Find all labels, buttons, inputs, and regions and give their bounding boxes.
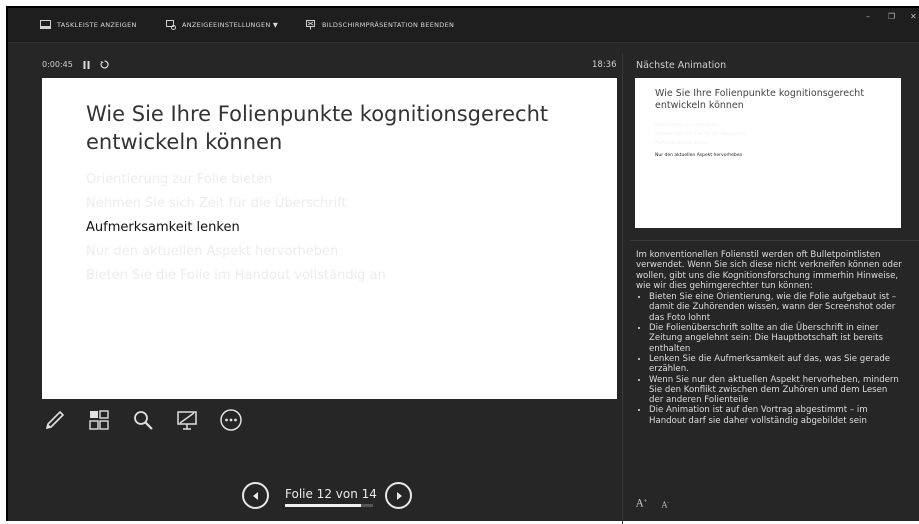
arrow-right-icon: [396, 491, 402, 500]
slide-tools: [42, 406, 244, 434]
notes-item: Wenn Sie nur den aktuellen Aspekt hervor…: [649, 375, 904, 406]
notes-intro: Im konventionellen Folienstil werden oft…: [636, 250, 902, 291]
restore-button[interactable]: ❐: [888, 12, 895, 21]
display-settings-button[interactable]: ANZEIGEEINSTELLUNGEN ▼: [166, 20, 278, 30]
next-preview-title: Wie Sie Ihre Folienpunkte kognitionsgere…: [655, 88, 865, 111]
next-preview-bullet-active: Nur den aktuellen Aspekt hervorheben: [655, 153, 743, 158]
slide-title: Wie Sie Ihre Folienpunkte kognitionsgere…: [86, 102, 549, 154]
next-preview-bullet: Aufmerksamkeit lenken: [655, 141, 709, 146]
notes-item: Die Animation ist auf den Vortrag abgest…: [649, 405, 904, 426]
next-preview-bullet: Nehmen Sie sich Zeit für die Überschrift: [655, 132, 746, 137]
screen-icon: [177, 411, 197, 430]
next-animation-heading: Nächste Animation: [636, 60, 727, 71]
current-slide[interactable]: Wie Sie Ihre Folienpunkte kognitionsgere…: [42, 78, 617, 399]
show-taskbar-label: TASKLEISTE ANZEIGEN: [57, 20, 137, 29]
decrease-font-button[interactable]: A-: [661, 500, 668, 510]
presenter-view: TASKLEISTE ANZEIGEN ANZEIGEEINSTELLUNGEN…: [6, 6, 919, 524]
zoom-button[interactable]: [130, 407, 156, 433]
slide-bullet: Nur den aktuellen Aspekt hervorheben: [86, 244, 339, 259]
notes-divider: [630, 240, 919, 241]
next-preview-bullet: Orientierung zur Folie bieten: [655, 123, 720, 128]
show-taskbar-button[interactable]: TASKLEISTE ANZEIGEN: [40, 20, 137, 29]
end-slideshow-label: BILDSCHIRMPRÄSENTATION BEENDEN: [322, 21, 455, 29]
end-slideshow-icon: [306, 20, 315, 30]
see-all-slides-button[interactable]: [86, 407, 112, 433]
slide-bullet: Orientierung zur Folie bieten: [86, 172, 273, 187]
zoom-icon: [134, 411, 153, 430]
taskbar-icon: [40, 20, 51, 29]
slide-bullet: Nehmen Sie sich Zeit für die Überschrift: [86, 196, 347, 211]
slides-grid-icon: [89, 410, 109, 430]
previous-slide-button[interactable]: [242, 482, 269, 509]
timer-bar: 0:00:45: [42, 60, 109, 69]
reset-timer-icon[interactable]: [100, 60, 109, 69]
display-settings-icon: [166, 20, 176, 30]
more-options-button[interactable]: [218, 407, 244, 433]
notes-item: Bieten Sie eine Orientierung, wie die Fo…: [649, 292, 904, 323]
top-toolbar: TASKLEISTE ANZEIGEN ANZEIGEEINSTELLUNGEN…: [8, 8, 919, 43]
clock: 18:36: [592, 60, 617, 70]
slide-bullet-active: Aufmerksamkeit lenken: [86, 220, 240, 235]
next-slide-button[interactable]: [385, 482, 412, 509]
pause-icon[interactable]: [83, 60, 90, 69]
notes-item: Die Folienüberschrift sollte an die Über…: [649, 323, 904, 354]
slide-bullet: Bieten Sie die Folie im Handout vollstän…: [86, 268, 386, 283]
minimize-button[interactable]: –: [866, 12, 870, 21]
speaker-notes[interactable]: Im konventionellen Folienstil werden oft…: [636, 250, 904, 426]
panel-divider: [622, 54, 623, 524]
end-slideshow-button[interactable]: BILDSCHIRMPRÄSENTATION BEENDEN: [306, 20, 454, 30]
display-settings-label: ANZEIGEEINSTELLUNGEN ▼: [182, 21, 279, 29]
elapsed-time: 0:00:45: [42, 60, 73, 69]
notes-font-controls: A+ A-: [636, 498, 669, 509]
increase-font-button[interactable]: A+: [636, 498, 647, 509]
slide-navigation: Folie 12 von 14: [242, 482, 422, 512]
slide-counter: Folie 12 von 14: [285, 487, 377, 501]
more-icon: [220, 409, 242, 431]
notes-item: Lenken Sie die Aufmerksamkeit auf das, w…: [649, 354, 904, 375]
close-button[interactable]: ✕: [910, 12, 917, 21]
slide-progress-bar: [285, 504, 373, 507]
slide-progress-fill: [285, 504, 361, 507]
next-animation-preview[interactable]: Wie Sie Ihre Folienpunkte kognitionsgere…: [635, 78, 901, 228]
pen-icon: [45, 410, 65, 430]
pen-tool-button[interactable]: [42, 407, 68, 433]
arrow-left-icon: [252, 491, 258, 500]
notes-list: Bieten Sie eine Orientierung, wie die Fo…: [636, 292, 904, 426]
black-screen-button[interactable]: [174, 407, 200, 433]
